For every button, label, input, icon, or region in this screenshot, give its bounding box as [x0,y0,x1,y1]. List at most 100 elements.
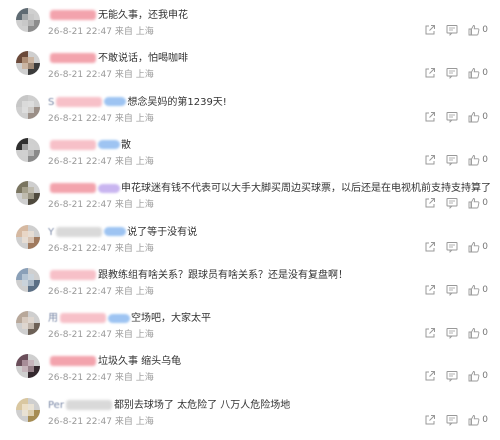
like-count: 0 [482,414,488,425]
share-button[interactable] [424,241,436,253]
comment-location: 上海 [135,70,154,81]
comment-item: S 想念吴妈的第1239天! 26-8-21 22:47 来自 上海 0 [0,91,500,135]
like-icon [468,414,480,426]
username-blur[interactable] [50,139,96,150]
avatar[interactable] [16,94,40,119]
reply-button[interactable] [446,111,458,123]
share-icon [425,328,436,338]
username[interactable]: S [48,97,54,108]
comment-actions: 0 [424,368,488,384]
like-count: 0 [482,371,488,382]
comment-location: 上海 [135,243,154,254]
avatar[interactable] [16,311,40,336]
like-button[interactable]: 0 [468,370,488,382]
comment-date: 26-8-21 22:47 [48,200,112,211]
username-blur[interactable] [65,399,112,410]
like-button[interactable]: 0 [468,111,488,123]
like-icon [468,284,480,296]
username[interactable]: Y [48,227,54,238]
share-button[interactable] [424,197,436,209]
share-button[interactable] [424,370,436,382]
reply-button[interactable] [446,327,458,340]
comment-text: 跟教练组有啥关系？跟球员有啥关系？还是没有复盘啊！ [98,269,348,281]
avatar[interactable] [16,137,40,162]
share-icon [425,68,436,78]
username-blur[interactable] [56,96,103,107]
avatar-image [16,137,40,162]
location-prefix: 来自 [114,156,133,167]
comment-date: 26-8-21 22:47 [48,416,112,427]
like-count: 0 [482,328,488,339]
like-button[interactable]: 0 [468,414,488,426]
reply-button[interactable] [446,414,458,426]
like-button[interactable]: 0 [468,284,488,296]
share-icon [425,284,436,295]
comment-location: 上海 [135,156,154,167]
like-count: 0 [482,111,488,122]
comment-location: 上海 [135,330,154,341]
avatar[interactable] [16,354,40,379]
comment-item: Y 说了等于没有说 26-8-21 22:47 来自 上海 0 [0,221,500,265]
like-button[interactable]: 0 [468,197,488,209]
comment-text: 申花球迷有钱不代表可以大手大脚买周边买球票，以后还是在电视机前支持支持算了 [121,183,491,195]
username-blur[interactable] [50,356,96,367]
username-blur[interactable] [56,226,103,237]
share-button[interactable] [424,24,436,36]
avatar[interactable] [16,397,40,422]
share-button[interactable] [424,414,436,426]
reply-button[interactable] [446,241,458,253]
reply-button[interactable] [446,154,458,166]
share-button[interactable] [424,154,436,166]
username-blur[interactable] [50,53,96,64]
reply-button[interactable] [446,284,458,296]
comment-item: 申花球迷有钱不代表可以大手大脚买周边买球票，以后还是在电视机前支持支持算了 26… [0,177,500,221]
reply-button[interactable] [446,370,458,383]
like-button[interactable]: 0 [468,24,488,36]
comment-text: 垃圾久事 缩头乌龟 [98,356,182,368]
avatar[interactable] [16,8,40,32]
username-blur[interactable] [50,183,96,194]
username[interactable]: Per [48,400,64,411]
username[interactable]: 用 [48,313,58,324]
username-blur[interactable] [50,10,96,20]
comment-text: 都别去球场了 太危险了 八万人危险场地 [113,399,291,411]
share-button[interactable] [424,327,436,339]
comment-meta: 26-8-21 22:47 来自 上海 [48,329,154,341]
avatar[interactable] [16,267,40,292]
avatar-image [16,354,40,379]
comment-date: 26-8-21 22:47 [48,27,112,37]
like-button[interactable]: 0 [468,327,488,339]
share-button[interactable] [424,284,436,296]
comment-item: 跟教练组有啥关系？跟球员有啥关系？还是没有复盘啊！ 26-8-21 22:47 … [0,264,500,308]
reply-button[interactable] [446,67,458,80]
comment-date: 26-8-21 22:47 [48,156,112,167]
reply-button[interactable] [446,24,458,36]
user-badge [104,97,127,107]
avatar-image [16,397,40,422]
comment-icon [446,328,458,340]
comment-date: 26-8-21 22:47 [48,286,112,297]
comment-item: 用空场吧，大家太平 26-8-21 22:47 来自 上海 0 [0,307,500,351]
like-icon [468,154,480,166]
avatar-image [16,181,40,206]
location-prefix: 来自 [114,70,133,81]
avatar-image [16,8,40,32]
username-blur[interactable] [50,269,96,280]
location-prefix: 来自 [114,416,133,427]
reply-button[interactable] [446,197,458,210]
like-count: 0 [482,154,488,165]
share-icon [425,154,436,165]
username-blur[interactable] [60,313,106,324]
comment-text: 无能久事，还我申花 [98,10,188,21]
user-badge [98,183,120,193]
like-button[interactable]: 0 [468,241,488,253]
share-icon [425,241,436,251]
avatar[interactable] [16,51,40,76]
share-button[interactable] [424,111,436,123]
avatar[interactable] [16,224,40,249]
share-button[interactable] [424,67,436,79]
like-button[interactable]: 0 [468,67,488,79]
comment-icon [446,371,458,383]
like-button[interactable]: 0 [468,154,488,166]
avatar[interactable] [16,181,40,206]
